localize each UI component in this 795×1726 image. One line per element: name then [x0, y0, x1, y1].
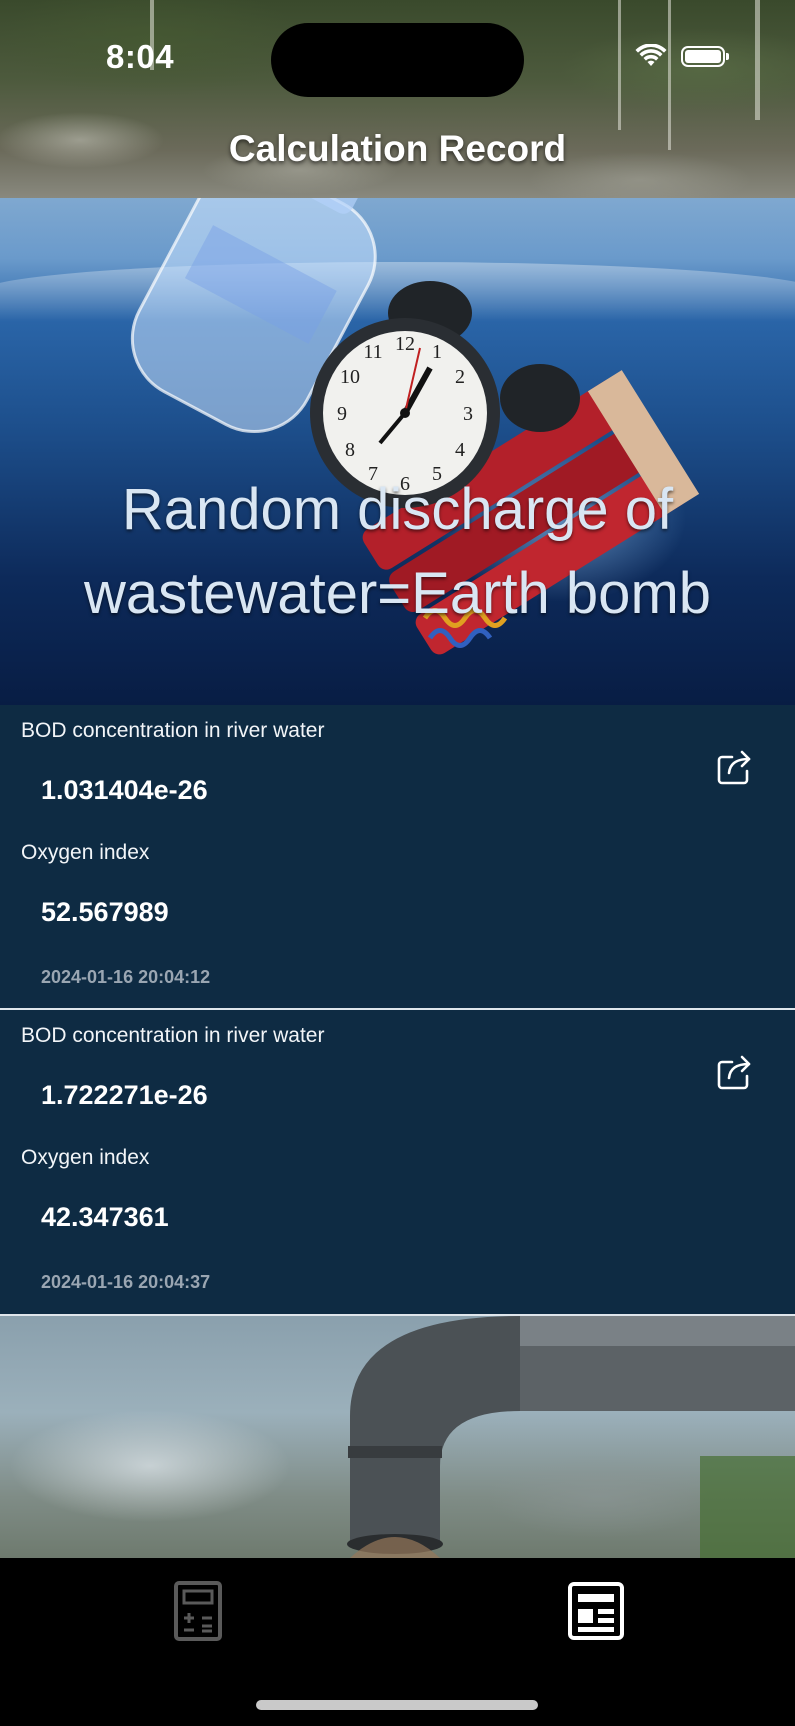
oxygen-label: Oxygen index: [21, 1146, 150, 1169]
pipe-illustration: [347, 1316, 795, 1558]
bod-label: BOD concentration in river water: [21, 1024, 325, 1047]
calculation-record-screen: 8:04 Calculation Record 12 1 2 3 4 5 6 7…: [0, 0, 795, 1726]
battery-icon: [681, 45, 729, 67]
svg-text:1: 1: [432, 341, 442, 363]
svg-text:2: 2: [455, 366, 465, 388]
share-icon[interactable]: [715, 1052, 755, 1092]
svg-text:3: 3: [463, 403, 473, 425]
svg-text:10: 10: [340, 366, 360, 388]
wifi-icon: [635, 44, 667, 66]
oxygen-label: Oxygen index: [21, 841, 150, 864]
pipe-discharge-image: [0, 1316, 795, 1558]
oxygen-value: 52.567989: [41, 897, 169, 927]
status-icons: [635, 44, 729, 68]
hero-caption: Random discharge of wastewater=Earth bom…: [0, 468, 795, 636]
hero-banner-image: 12 1 2 3 4 5 6 7 8 9 10 11 Random discha…: [0, 198, 795, 705]
svg-text:12: 12: [395, 333, 415, 355]
record-card: BOD concentration in river water 1.03140…: [0, 705, 795, 1009]
home-indicator[interactable]: [256, 1700, 538, 1710]
svg-text:11: 11: [363, 341, 382, 363]
calculator-icon[interactable]: [168, 1580, 228, 1642]
records-icon[interactable]: [566, 1580, 626, 1642]
bod-value: 1.031404e-26: [41, 775, 208, 805]
hero-caption-line-2: wastewater=Earth bomb: [83, 561, 712, 626]
page-title: Calculation Record: [228, 128, 567, 169]
record-card: BOD concentration in river water 1.72227…: [0, 1010, 795, 1314]
record-timestamp: 2024-01-16 20:04:12: [41, 967, 211, 987]
hero-caption-line-1: Random discharge of: [121, 477, 674, 542]
bod-label: BOD concentration in river water: [21, 719, 325, 742]
dynamic-island: [271, 23, 524, 97]
svg-text:4: 4: [455, 439, 465, 461]
bod-value: 1.722271e-26: [41, 1080, 208, 1110]
svg-text:9: 9: [337, 403, 347, 425]
share-icon[interactable]: [715, 747, 755, 787]
status-time: 8:04: [106, 38, 175, 75]
svg-text:8: 8: [345, 439, 355, 461]
record-timestamp: 2024-01-16 20:04:37: [41, 1272, 211, 1292]
oxygen-value: 42.347361: [41, 1202, 169, 1232]
